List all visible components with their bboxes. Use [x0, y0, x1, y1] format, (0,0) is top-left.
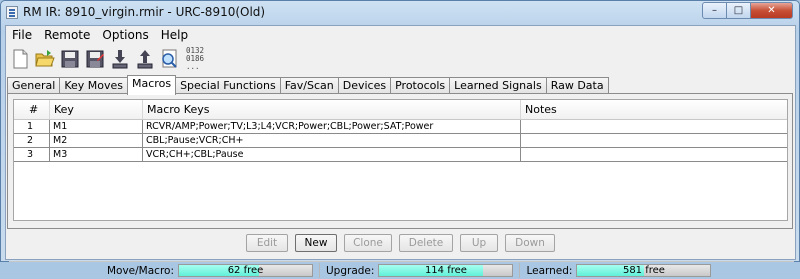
- new-file-button[interactable]: [9, 48, 31, 70]
- column-header-macro-keys[interactable]: Macro Keys: [143, 100, 521, 119]
- table-row[interactable]: 3 M3 VCR;CH+;CBL;Pause: [14, 148, 787, 162]
- cell-key[interactable]: M1: [50, 120, 143, 133]
- app-window: RM IR: 8910_virgin.rmir - URC-8910(Old) …: [0, 0, 800, 278]
- tab-bar: General Key Moves Macros Special Functio…: [7, 75, 609, 95]
- table-row[interactable]: 2 M2 CBL;Pause;VCR;CH+: [14, 134, 787, 148]
- maximize-button[interactable]: □: [726, 2, 751, 19]
- open-button[interactable]: [34, 48, 56, 70]
- cell-key[interactable]: M2: [50, 134, 143, 147]
- tab-learned-signals[interactable]: Learned Signals: [449, 77, 547, 94]
- menu-remote[interactable]: Remote: [38, 28, 96, 42]
- clone-button[interactable]: Clone: [344, 234, 392, 252]
- cell-notes[interactable]: [521, 148, 785, 161]
- macros-table: # Key Macro Keys Notes 1 M1 RCVR/AMP;Pow…: [13, 99, 788, 221]
- download-from-remote-icon: [112, 49, 128, 68]
- app-icon: [6, 6, 18, 19]
- delete-button[interactable]: Delete: [399, 234, 453, 252]
- action-buttons: Edit New Clone Delete Up Down: [246, 234, 562, 252]
- learned-free: 581 free: [622, 265, 665, 276]
- macros-panel: # Key Macro Keys Notes 1 M1 RCVR/AMP;Pow…: [7, 93, 793, 229]
- table-row[interactable]: 1 M1 RCVR/AMP;Power;TV;L3;L4;VCR;Power;C…: [14, 120, 787, 134]
- status-bar: Move/Macro: 62 free Upgrade: 114 free Le…: [9, 261, 794, 279]
- cell-notes[interactable]: [521, 134, 785, 147]
- tab-raw-data[interactable]: Raw Data: [545, 77, 609, 94]
- upgrade-label: Upgrade:: [326, 264, 375, 277]
- cell-key[interactable]: M3: [50, 148, 143, 161]
- menu-help[interactable]: Help: [155, 28, 194, 42]
- learned-label: Learned:: [526, 264, 573, 277]
- cell-macro-keys[interactable]: CBL;Pause;VCR;CH+: [143, 134, 521, 147]
- window-controls: – □ ✕: [702, 2, 793, 19]
- move-macro-progress: 62 free: [178, 264, 313, 277]
- down-button[interactable]: Down: [505, 234, 555, 252]
- tab-key-moves[interactable]: Key Moves: [59, 77, 129, 94]
- save-icon: [61, 50, 79, 67]
- cell-number[interactable]: 3: [14, 148, 50, 161]
- menu-bar: File Remote Options Help: [6, 26, 795, 44]
- status-separator: [319, 263, 320, 278]
- up-button[interactable]: Up: [460, 234, 498, 252]
- close-icon: ✕: [767, 5, 776, 16]
- status-separator: [519, 263, 521, 278]
- close-button[interactable]: ✕: [750, 2, 793, 19]
- codes-display: 0132 0186 ...: [186, 46, 204, 71]
- column-header-number[interactable]: #: [14, 100, 50, 119]
- tab-devices[interactable]: Devices: [337, 77, 392, 94]
- save-as-button[interactable]: [84, 48, 106, 70]
- learned-progress: 581 free: [576, 264, 712, 277]
- upload-button[interactable]: [134, 48, 156, 70]
- cell-macro-keys[interactable]: VCR;CH+;CBL;Pause: [143, 148, 521, 161]
- cell-number[interactable]: 1: [14, 120, 50, 133]
- minimize-icon: –: [712, 5, 717, 16]
- column-header-notes[interactable]: Notes: [521, 100, 785, 119]
- code-line: ...: [186, 61, 200, 71]
- menu-options[interactable]: Options: [96, 28, 154, 42]
- new-file-icon: [13, 49, 28, 68]
- move-macro-free: 62 free: [227, 265, 264, 276]
- cell-notes[interactable]: [521, 120, 785, 133]
- open-folder-icon: [35, 49, 55, 66]
- tab-general[interactable]: General: [7, 77, 61, 94]
- upgrade-status: Upgrade: 114 free: [326, 264, 514, 277]
- raw-data-button[interactable]: [159, 48, 181, 70]
- raw-data-icon: [162, 49, 177, 68]
- menu-file[interactable]: File: [6, 28, 38, 42]
- edit-button[interactable]: Edit: [246, 234, 288, 252]
- tab-fav-scan[interactable]: Fav/Scan: [279, 77, 339, 94]
- move-macro-status: Move/Macro: 62 free: [9, 264, 313, 277]
- upgrade-progress: 114 free: [378, 264, 514, 277]
- download-button[interactable]: [109, 48, 131, 70]
- tab-macros[interactable]: Macros: [127, 75, 177, 95]
- table-header: # Key Macro Keys Notes: [14, 100, 787, 120]
- maximize-icon: □: [733, 5, 744, 16]
- cell-number[interactable]: 2: [14, 134, 50, 147]
- title-bar[interactable]: RM IR: 8910_virgin.rmir - URC-8910(Old) …: [1, 1, 799, 25]
- save-as-icon: [86, 50, 104, 67]
- upload-to-remote-icon: [137, 49, 153, 68]
- tab-special-functions[interactable]: Special Functions: [175, 77, 281, 94]
- upgrade-free: 114 free: [424, 265, 467, 276]
- tab-protocols[interactable]: Protocols: [390, 77, 451, 94]
- column-header-key[interactable]: Key: [50, 100, 143, 119]
- move-macro-label: Move/Macro:: [106, 264, 174, 277]
- minimize-button[interactable]: –: [702, 2, 727, 19]
- client-area: File Remote Options Help 0132 0186 ... G…: [5, 25, 796, 278]
- learned-status: Learned: 581 free: [526, 264, 712, 277]
- new-button[interactable]: New: [295, 234, 337, 252]
- toolbar: 0132 0186 ...: [6, 45, 795, 72]
- save-button[interactable]: [59, 48, 81, 70]
- window-title: RM IR: 8910_virgin.rmir - URC-8910(Old): [23, 5, 266, 19]
- cell-macro-keys[interactable]: RCVR/AMP;Power;TV;L3;L4;VCR;Power;CBL;Po…: [143, 120, 521, 133]
